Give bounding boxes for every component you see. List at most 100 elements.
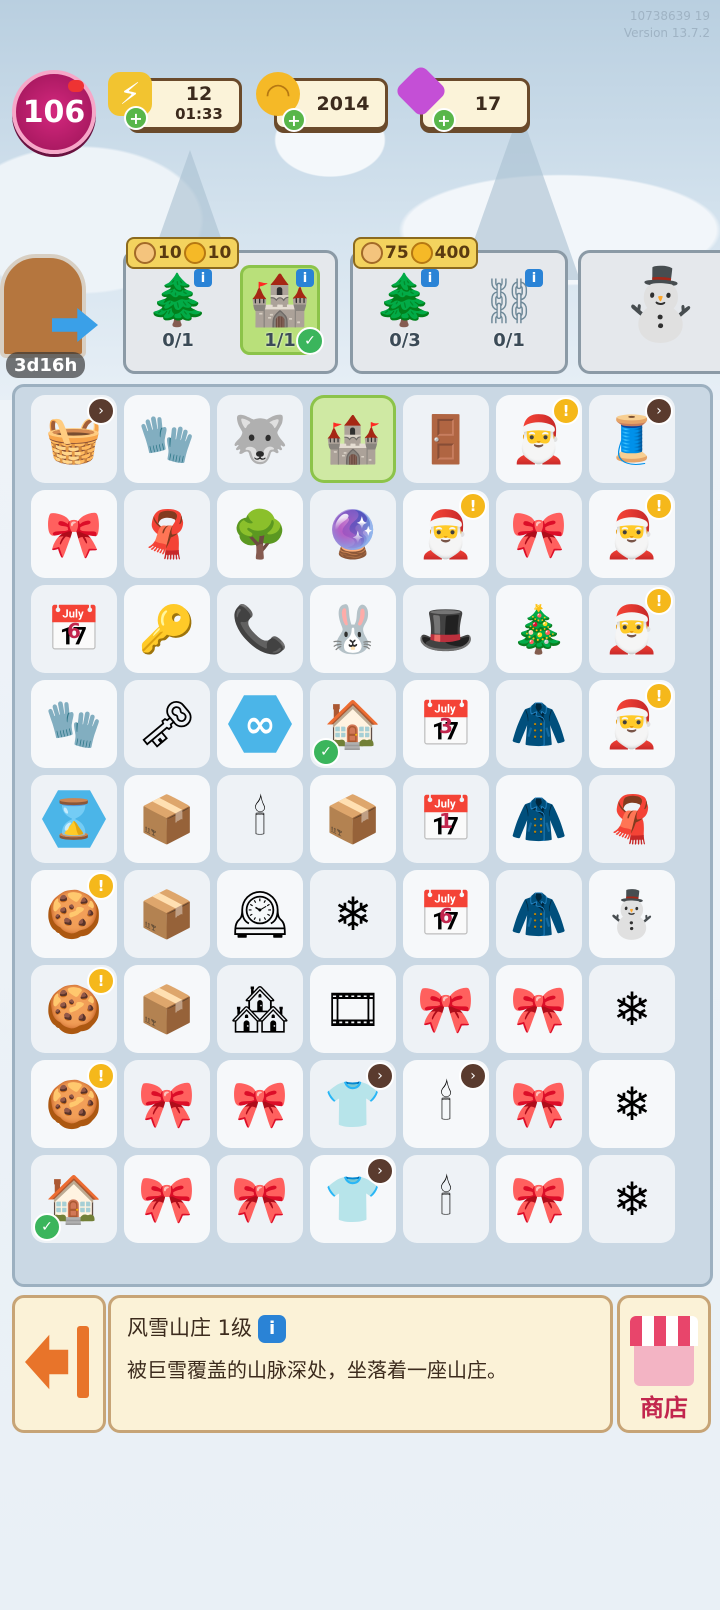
board-cell[interactable]: 🔮 xyxy=(310,490,396,578)
board-cell[interactable]: 🧵 › xyxy=(589,395,675,483)
shop-button[interactable]: 商店 xyxy=(617,1295,711,1433)
alert-icon: ! xyxy=(87,967,115,995)
board-cell[interactable]: ∞ xyxy=(217,680,303,768)
board-cell[interactable]: 🍪! xyxy=(31,870,117,958)
board-cell[interactable]: 🎀 xyxy=(496,1060,582,1148)
board-cell[interactable]: 🐺 xyxy=(217,395,303,483)
alert-icon: ! xyxy=(645,587,673,615)
board-cell[interactable]: 🎞 xyxy=(310,965,396,1053)
board-cell[interactable]: 🎀 xyxy=(496,965,582,1053)
board-cell[interactable]: 📅 6 xyxy=(31,585,117,673)
board-cell[interactable]: 👕 › xyxy=(310,1155,396,1243)
board-cell[interactable]: 🎀 xyxy=(496,1155,582,1243)
board-cell[interactable]: 🧥 xyxy=(496,870,582,958)
board-cell[interactable]: 🎀 xyxy=(403,965,489,1053)
board-cell[interactable]: 🏘 xyxy=(217,965,303,1053)
board-cell[interactable]: ⛄ xyxy=(589,870,675,958)
board-item-icon: 🎀 xyxy=(45,506,103,561)
board-cell[interactable]: 🎅! xyxy=(589,585,675,673)
order-item-handcuffs[interactable]: ⛓ i 0/1 xyxy=(469,265,549,355)
board-cell[interactable]: 🍪! xyxy=(31,1060,117,1148)
board-cell[interactable]: 🎀 xyxy=(124,1060,210,1148)
board-cell[interactable]: 🐰 xyxy=(310,585,396,673)
board-cell[interactable]: 🕯 xyxy=(403,1155,489,1243)
board-cell[interactable]: 🎀 xyxy=(31,490,117,578)
board-cell[interactable]: 🕰 xyxy=(217,870,303,958)
board-cell[interactable]: 📦 xyxy=(124,870,210,958)
board-cell[interactable]: ❄ xyxy=(310,870,396,958)
board-cell[interactable]: 📞 xyxy=(217,585,303,673)
board-cell[interactable]: ⌛ xyxy=(31,775,117,863)
board-item-icon: 🧤 xyxy=(45,696,103,751)
board-cell[interactable]: 🧣 xyxy=(124,490,210,578)
add-coins-button[interactable]: + xyxy=(282,108,306,132)
chevron-right-icon: › xyxy=(87,397,115,425)
info-icon[interactable]: i xyxy=(296,269,314,287)
board-cell[interactable]: 🧺 › xyxy=(31,395,117,483)
board-item-icon: 🏘 xyxy=(230,981,290,1036)
board-cell[interactable]: ❄ xyxy=(589,1060,675,1148)
board-cell[interactable]: 📅 6 xyxy=(403,870,489,958)
board-cell[interactable]: 🕯 › xyxy=(403,1060,489,1148)
info-icon[interactable]: i xyxy=(194,269,212,287)
board-cell[interactable]: 🎀 xyxy=(217,1060,303,1148)
board-cell[interactable]: 👕 › xyxy=(310,1060,396,1148)
board-cell[interactable]: 📦 xyxy=(124,775,210,863)
board-cell[interactable]: 🎅! xyxy=(403,490,489,578)
board-cell[interactable]: 🏠 ✓ xyxy=(310,680,396,768)
board-cell[interactable]: 🎅! xyxy=(496,395,582,483)
board-item-icon: 📅 6 xyxy=(46,604,102,655)
board-item-icon: 🎀 xyxy=(510,981,568,1036)
board-item-icon: 🧣 xyxy=(138,506,196,561)
board-cell[interactable]: 🧥 xyxy=(496,775,582,863)
order-item-snowy-pine[interactable]: 🌲 i 0/3 xyxy=(365,265,445,355)
order-card-snowman[interactable]: ⛄ xyxy=(578,250,720,374)
info-icon[interactable]: i xyxy=(258,1315,287,1343)
energy-value: 12 xyxy=(185,83,213,105)
player-level: 106 xyxy=(22,94,86,130)
add-energy-button[interactable]: + xyxy=(124,106,148,130)
board-cell[interactable]: 🏠 ✓ xyxy=(31,1155,117,1243)
alert-icon: ! xyxy=(645,682,673,710)
board-cell[interactable]: ❄ xyxy=(589,965,675,1053)
check-icon: ✓ xyxy=(296,327,324,355)
board-cell[interactable]: 📅 3 xyxy=(403,680,489,768)
info-icon[interactable]: i xyxy=(421,269,439,287)
board-cell[interactable]: 🔑 xyxy=(124,585,210,673)
board-cell[interactable]: 🧥 xyxy=(496,680,582,768)
add-gems-button[interactable]: + xyxy=(432,108,456,132)
calendar-day: 1 xyxy=(439,809,453,833)
order-card[interactable]: 75 400 🌲 i 0/3 ⛓ i 0/1 xyxy=(350,237,568,374)
item-detail-panel: 风雪山庄 1级 i 被巨雪覆盖的山脉深处，坐落着一座山庄。 xyxy=(108,1295,613,1433)
board-cell[interactable]: 🎅! xyxy=(589,680,675,768)
portal-door[interactable] xyxy=(0,254,86,358)
board-cell[interactable]: 🎅! xyxy=(589,490,675,578)
order-card[interactable]: 10 10 🌲 i 0/1 🏰 i 1/1 ✓ xyxy=(123,237,338,374)
exit-button[interactable] xyxy=(12,1295,106,1433)
order-item-snowy-pine[interactable]: 🌲 i 0/1 xyxy=(138,265,218,355)
board-cell[interactable]: 🧤 xyxy=(124,395,210,483)
board-cell[interactable]: 🎀 xyxy=(217,1155,303,1243)
board-cell[interactable]: 📦 xyxy=(310,775,396,863)
board-cell[interactable]: 🎄 xyxy=(496,585,582,673)
board-cell[interactable]: 🕯 xyxy=(217,775,303,863)
snowman-icon: ⛄ xyxy=(617,263,705,345)
board-cell[interactable]: 📦 xyxy=(124,965,210,1053)
info-icon[interactable]: i xyxy=(525,269,543,287)
board-item-icon: 🐺 xyxy=(231,411,289,466)
board-cell[interactable]: ❄ xyxy=(589,1155,675,1243)
order-item-snow-manor[interactable]: 🏰 i 1/1 ✓ xyxy=(240,265,324,355)
board-cell[interactable]: 🚪 xyxy=(403,395,489,483)
board-cell[interactable]: 🗝 xyxy=(124,680,210,768)
board-cell[interactable]: 🎀 xyxy=(124,1155,210,1243)
board-cell[interactable]: 🧤 xyxy=(31,680,117,768)
board-item-icon: 🕯 xyxy=(439,1076,453,1130)
board-cell[interactable]: 📅 1 xyxy=(403,775,489,863)
board-cell[interactable]: 🎩 xyxy=(403,585,489,673)
board-cell[interactable]: 🏰 xyxy=(310,395,396,483)
board-cell[interactable]: 🧣 xyxy=(589,775,675,863)
board-item-icon: 🎀 xyxy=(231,1171,289,1226)
board-cell[interactable]: 🎀 xyxy=(496,490,582,578)
board-cell[interactable]: 🍪! xyxy=(31,965,117,1053)
board-cell[interactable]: 🌳 xyxy=(217,490,303,578)
